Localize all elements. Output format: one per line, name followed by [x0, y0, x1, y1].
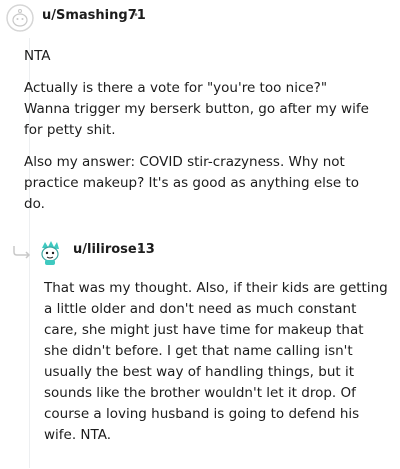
comment-paragraph: Actually is there a vote for "you're too… — [24, 80, 369, 138]
comment-paragraph: Also my answer: COVID stir-crazyness. Wh… — [24, 154, 360, 212]
reply-arrow-icon — [12, 244, 32, 263]
username-link[interactable]: u/Smashing71 — [42, 8, 146, 23]
meta-separator: • — [133, 10, 139, 21]
user-avatar-icon[interactable] — [36, 238, 64, 266]
meta-separator: • — [137, 244, 143, 255]
comment-body: That was my thought. Also, if their kids… — [44, 278, 389, 457]
comment-paragraph: NTA — [24, 48, 51, 64]
user-avatar-icon[interactable] — [6, 4, 34, 32]
comment-body: NTA Actually is there a vote for "you're… — [24, 46, 374, 226]
comment-paragraph: That was my thought. Also, if their kids… — [44, 280, 388, 443]
